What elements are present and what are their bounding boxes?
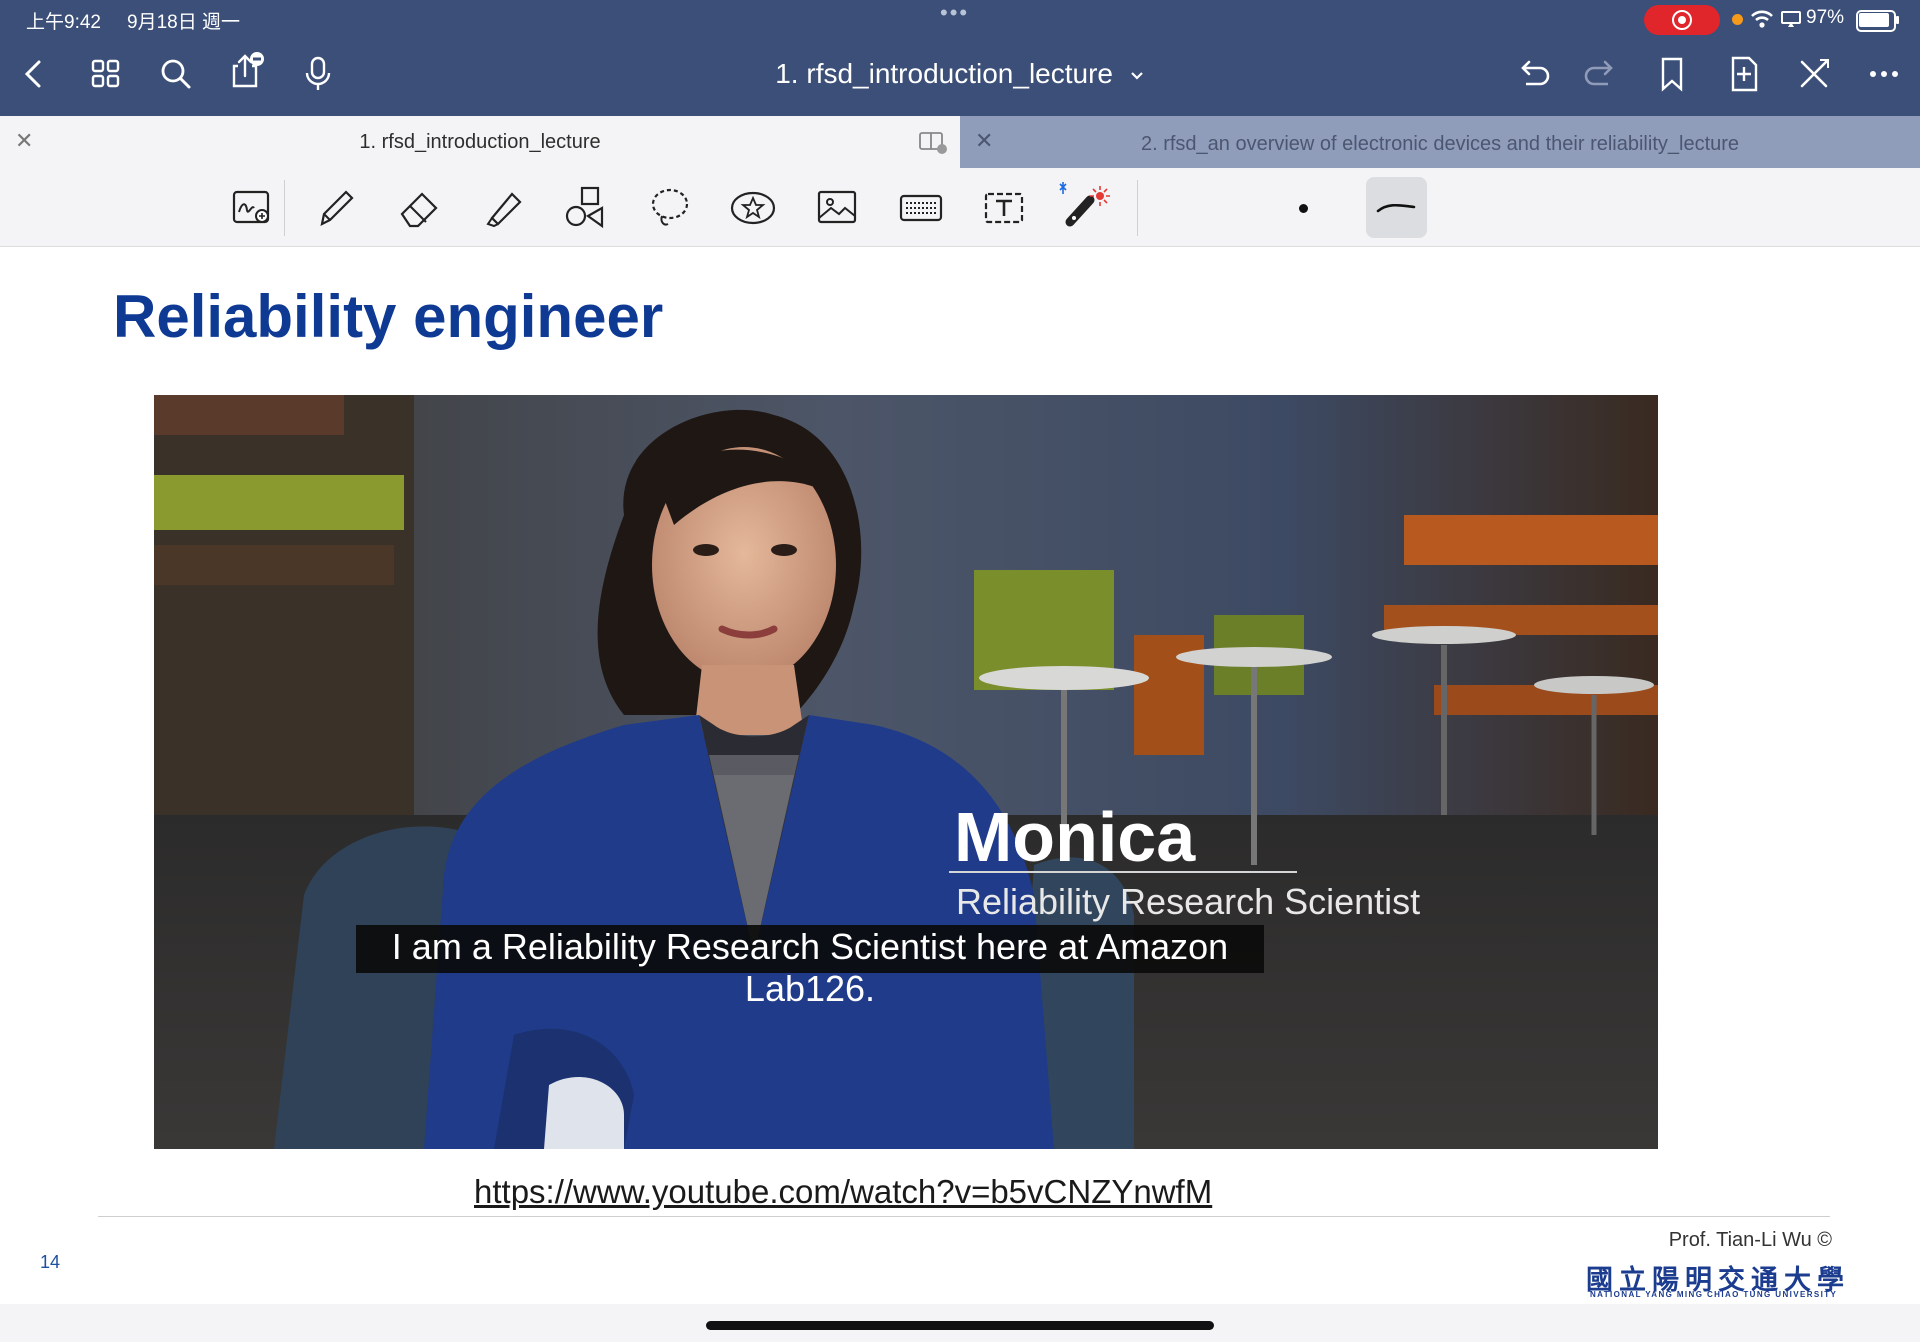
wifi-icon [1751, 10, 1773, 28]
redo-icon [1584, 60, 1613, 86]
chevron-down-icon [1130, 71, 1143, 80]
battery-percent: 97% [1806, 7, 1845, 28]
sticker-star-icon [730, 191, 776, 225]
screen-mirroring-icon [1781, 11, 1801, 27]
status-time: 上午9:42 [26, 12, 101, 33]
bookmark-icon [1661, 57, 1683, 92]
lasso-icon [651, 188, 689, 226]
home-indicator[interactable] [706, 1321, 1214, 1330]
highlighter-tool[interactable] [478, 182, 530, 234]
more-button[interactable] [1864, 54, 1904, 94]
split-view-icon[interactable] [918, 130, 948, 156]
tab-1-label: 1. rfsd_introduction_lecture [359, 131, 601, 153]
zoom-box-icon [232, 190, 270, 224]
redo-button[interactable] [1582, 54, 1622, 94]
multitask-dots[interactable]: ••• [940, 0, 969, 26]
toolbar-divider [284, 180, 285, 236]
pen-style-selector[interactable] [1366, 177, 1427, 238]
tab-2-label[interactable]: 2. rfsd_an overview of electronic device… [990, 133, 1890, 156]
status-date: 9月18日 週一 [127, 12, 240, 33]
video-overlay-name: Monica [954, 798, 1196, 876]
annotation-toolbar [0, 168, 1920, 247]
video-caption: I am a Reliability Research Scientist he… [391, 926, 1229, 1009]
keyboard-icon [899, 194, 943, 222]
video-still-image [154, 395, 1658, 1149]
text-box-icon [984, 192, 1024, 224]
mic-in-use-indicator [1732, 14, 1743, 25]
toggle-tools-button[interactable] [1794, 54, 1834, 94]
university-logo-english: NATIONAL YANG MING CHIAO TUNG UNIVERSITY [1590, 1290, 1838, 1299]
add-page-icon [1731, 56, 1758, 92]
youtube-link[interactable]: https://www.youtube.com/watch?v=b5vCNZYn… [474, 1173, 1212, 1211]
shapes-tool[interactable] [560, 182, 612, 234]
pen-icon [320, 190, 354, 226]
author-credit: Prof. Tian-Li Wu © [1668, 1229, 1832, 1251]
shapes-icon [565, 186, 604, 229]
pen-cross-icon [1800, 59, 1829, 88]
text-tool[interactable] [978, 182, 1030, 234]
laser-pointer-icon [1059, 182, 1110, 227]
highlighter-icon [486, 192, 522, 228]
ellipsis-icon [1870, 71, 1898, 77]
lasso-tool[interactable] [644, 182, 696, 234]
document-title-menu[interactable]: 1. rfsd_introduction_lecture [0, 58, 1920, 90]
keyboard-tool[interactable] [895, 182, 947, 234]
stroke-style-icon [1376, 203, 1416, 213]
slide-title: Reliability engineer [113, 283, 664, 350]
laser-pointer-tool[interactable] [1058, 182, 1110, 234]
undo-button[interactable] [1512, 54, 1552, 94]
undo-icon [1521, 60, 1550, 86]
document-title: 1. rfsd_introduction_lecture [775, 58, 1113, 89]
add-page-button[interactable] [1724, 54, 1764, 94]
pen-size-dot[interactable] [1299, 204, 1308, 213]
footer-divider [98, 1216, 1830, 1217]
elements-tool[interactable] [727, 182, 779, 234]
battery-cap [1896, 16, 1899, 24]
image-tool[interactable] [811, 182, 863, 234]
embedded-video-frame[interactable]: Monica Reliability Research Scientist I … [154, 395, 1658, 1149]
toolbar-divider [1137, 180, 1138, 236]
page-number: 14 [40, 1252, 61, 1272]
eraser-tool[interactable] [394, 182, 446, 234]
pen-tool[interactable] [310, 182, 362, 234]
bookmark-button[interactable] [1652, 54, 1692, 94]
zoom-box-tool[interactable] [226, 182, 278, 234]
eraser-icon [400, 192, 438, 228]
video-overlay-role: Reliability Research Scientist [956, 881, 1421, 922]
image-icon [817, 190, 857, 224]
record-dot-icon [1678, 16, 1686, 24]
battery-fill [1859, 13, 1889, 27]
